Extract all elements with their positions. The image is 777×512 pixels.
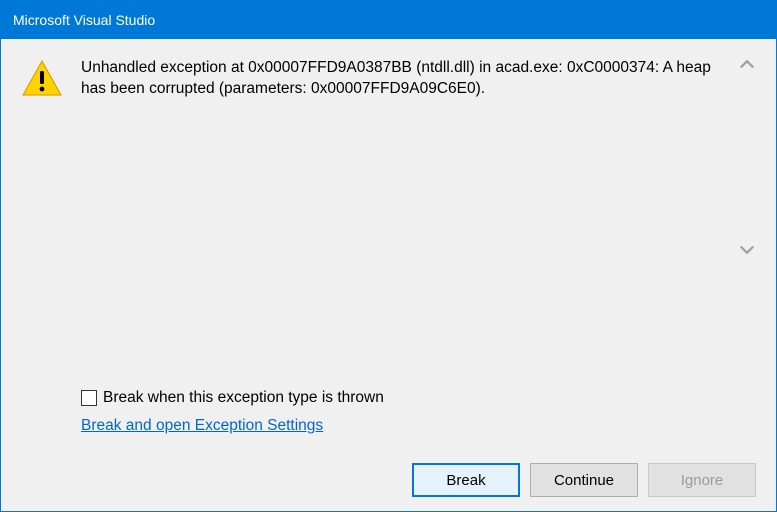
exception-message: Unhandled exception at 0x00007FFD9A0387B… — [81, 57, 732, 100]
client-area: Unhandled exception at 0x00007FFD9A0387B… — [1, 39, 776, 511]
button-bar: Break Continue Ignore — [21, 459, 756, 497]
scroll-down-icon[interactable] — [740, 243, 754, 257]
warning-icon — [21, 59, 63, 97]
window-title: Microsoft Visual Studio — [13, 12, 155, 28]
message-scrollbar[interactable] — [738, 57, 756, 257]
checkbox-icon[interactable] — [81, 390, 97, 406]
icon-column — [21, 57, 63, 385]
scroll-up-icon[interactable] — [740, 57, 754, 71]
break-button[interactable]: Break — [412, 463, 520, 497]
ignore-button: Ignore — [648, 463, 756, 497]
message-area: Unhandled exception at 0x00007FFD9A0387B… — [21, 57, 756, 385]
continue-button[interactable]: Continue — [530, 463, 638, 497]
message-column: Unhandled exception at 0x00007FFD9A0387B… — [81, 57, 756, 385]
open-exception-settings-link[interactable]: Break and open Exception Settings — [81, 417, 323, 434]
break-on-exception-checkbox[interactable]: Break when this exception type is thrown — [81, 389, 756, 407]
options-area: Break when this exception type is thrown… — [21, 385, 756, 459]
titlebar[interactable]: Microsoft Visual Studio — [1, 1, 776, 39]
checkbox-label: Break when this exception type is thrown — [103, 389, 384, 407]
dialog-window: Microsoft Visual Studio Unhandled except… — [0, 0, 777, 512]
